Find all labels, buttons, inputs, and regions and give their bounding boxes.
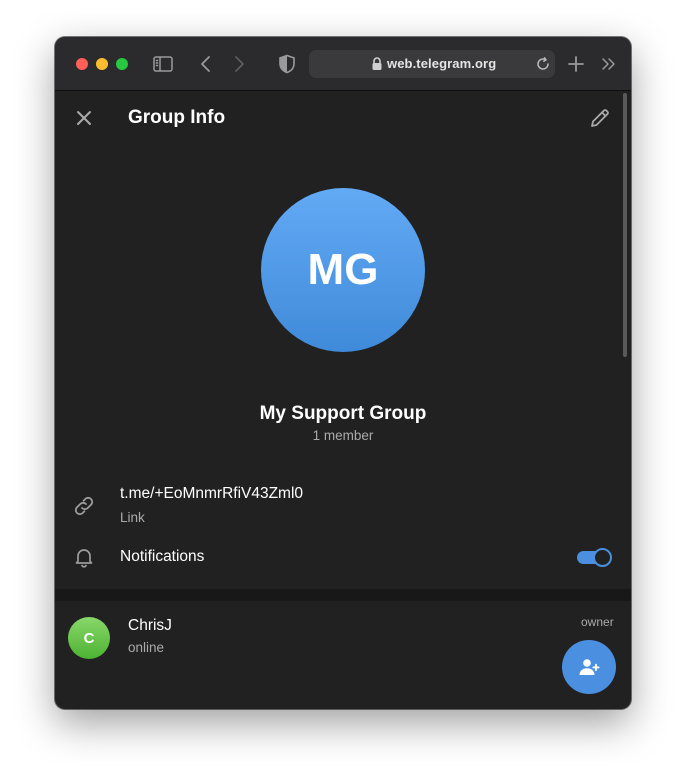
minimize-window-button[interactable] xyxy=(96,58,108,70)
zoom-window-button[interactable] xyxy=(116,58,128,70)
chevron-left-icon[interactable] xyxy=(195,53,217,75)
lock-icon xyxy=(371,57,383,71)
bell-icon xyxy=(72,545,96,569)
browser-toolbar: web.telegram.org xyxy=(55,37,631,91)
add-member-icon xyxy=(577,655,601,679)
address-url: web.telegram.org xyxy=(387,56,497,71)
notifications-toggle[interactable] xyxy=(577,547,612,568)
pencil-icon[interactable] xyxy=(588,106,612,130)
group-avatar[interactable]: MG xyxy=(261,188,425,352)
page-title: Group Info xyxy=(128,107,226,128)
reload-icon[interactable] xyxy=(535,56,551,72)
section-divider xyxy=(55,589,631,601)
group-member-count: 1 member xyxy=(312,428,374,443)
scrollbar[interactable] xyxy=(623,93,627,357)
address-bar[interactable]: web.telegram.org xyxy=(309,50,555,78)
invite-link-caption: Link xyxy=(120,510,145,525)
link-icon xyxy=(72,494,96,518)
add-member-button[interactable] xyxy=(562,640,616,694)
close-icon[interactable] xyxy=(72,106,96,130)
double-chevron-right-icon[interactable] xyxy=(598,53,620,75)
group-name: My Support Group xyxy=(259,403,427,424)
member-status: online xyxy=(128,640,165,655)
chevron-right-icon[interactable] xyxy=(228,53,250,75)
invite-link[interactable]: t.me/+EoMnmrRfiV43Zml0 xyxy=(120,485,303,503)
toggle-knob xyxy=(593,548,612,567)
member-name[interactable]: ChrisJ xyxy=(128,617,172,635)
close-window-button[interactable] xyxy=(76,58,88,70)
notifications-label: Notifications xyxy=(120,548,205,565)
shield-icon[interactable] xyxy=(276,53,298,75)
member-role-badge: owner xyxy=(581,615,614,629)
panel-header: Group Info xyxy=(55,91,631,147)
member-avatar[interactable]: C xyxy=(68,617,110,659)
browser-window: web.telegram.org Group Info MG My Suppor… xyxy=(55,37,631,709)
sidebar-toggle-icon[interactable] xyxy=(152,53,174,75)
plus-icon[interactable] xyxy=(565,53,587,75)
